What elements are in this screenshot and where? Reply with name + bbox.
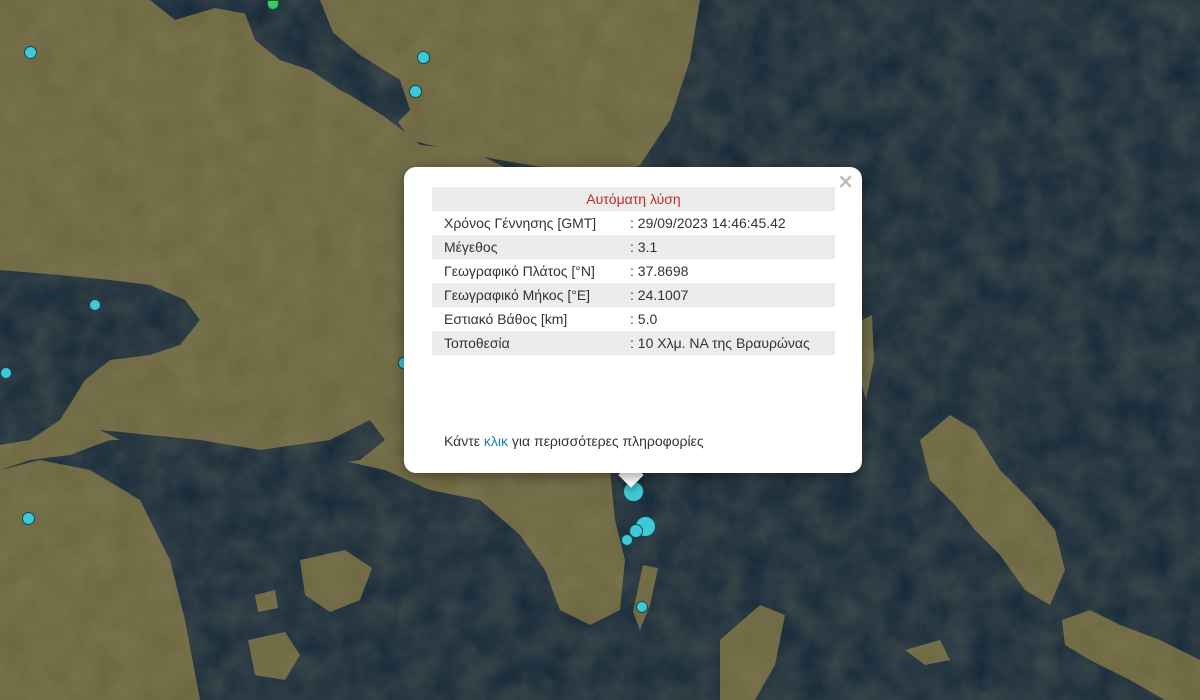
depth-value: : 5.0 [630,311,658,327]
earthquake-info-popup: × Αυτόματη λύση Χρόνος Γέννησης [GMT] : … [404,167,862,473]
earthquake-marker[interactable] [0,367,12,379]
earthquake-marker[interactable] [89,299,101,311]
magnitude-value: : 3.1 [618,235,835,259]
earthquake-details-table: Αυτόματη λύση Χρόνος Γέννησης [GMT] : 29… [432,187,835,355]
close-icon[interactable]: × [837,171,854,191]
more-info-suffix: για περισσότερες πληροφορίες [508,433,704,449]
earthquake-marker[interactable] [636,601,648,613]
latitude-value: : 37.8698 [630,263,689,279]
location-label: Τοποθεσία [432,331,618,355]
location-value: : 10 Χλμ. ΝΑ της Βραυρώνας [618,331,835,355]
satellite-map[interactable]: × Αυτόματη λύση Χρόνος Γέννησης [GMT] : … [0,0,1200,700]
earthquake-marker[interactable] [417,51,430,64]
more-info-prefix: Κάντε [444,433,484,449]
more-info-text: Κάντε κλικ για περισσότερες πληροφορίες [444,433,704,449]
depth-label: Εστιακό Βάθος [km] [444,311,568,327]
magnitude-label: Μέγεθος [432,235,618,259]
latitude-label: Γεωγραφικό Πλάτος [°N] [444,263,595,279]
origin-time-label: Χρόνος Γέννησης [GMT] [444,215,597,231]
earthquake-marker[interactable] [24,46,37,59]
more-info-link[interactable]: κλικ [484,433,508,449]
origin-time-value: : 29/09/2023 14:46:45.42 [630,215,786,231]
longitude-label: Γεωγραφικό Μήκος [°E] [432,283,618,307]
popup-title: Αυτόματη λύση [432,187,835,211]
longitude-value: : 24.1007 [618,283,835,307]
earthquake-marker[interactable] [621,534,633,546]
earthquake-marker[interactable] [409,85,422,98]
earthquake-marker[interactable] [22,512,35,525]
